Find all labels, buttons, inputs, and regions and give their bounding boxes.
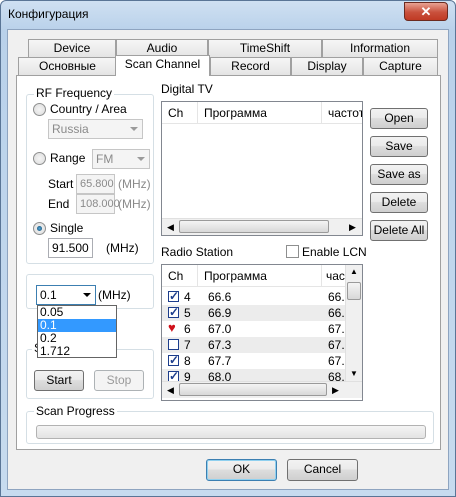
- column-ch[interactable]: Ch: [162, 102, 198, 124]
- scroll-down-icon[interactable]: ▼: [350, 369, 358, 378]
- radio-vscrollbar[interactable]: ▲ ▼: [345, 265, 362, 381]
- station-program: 67.3: [208, 338, 232, 352]
- radio-station-list[interactable]: Ch Программа част 4 66.6 66.6 5 66.9 66.9 ♥ 6 67…: [161, 264, 363, 401]
- start-scan-button[interactable]: Start: [34, 370, 84, 391]
- chevron-down-icon: [137, 157, 145, 161]
- scroll-left-icon[interactable]: ◀: [167, 385, 174, 396]
- station-channel: 4: [184, 290, 191, 304]
- step-combo[interactable]: 0.1: [36, 285, 96, 305]
- radio-station-row[interactable]: 8 67.7 67.7: [162, 352, 345, 369]
- scroll-thumb[interactable]: [179, 383, 327, 396]
- scan-progress-label: Scan Progress: [34, 404, 117, 418]
- range-label: Range: [50, 151, 86, 165]
- column-frequency[interactable]: част: [322, 265, 345, 287]
- radio-station-row[interactable]: ♥ 6 67.0 67.0: [162, 320, 345, 337]
- country-radio[interactable]: [33, 103, 46, 116]
- station-checkbox[interactable]: [168, 368, 179, 381]
- start-unit: (MHz): [118, 177, 151, 191]
- open-button[interactable]: Open: [370, 108, 428, 129]
- station-program: 66.6: [208, 290, 232, 304]
- station-checkbox[interactable]: [168, 289, 179, 304]
- station-channel: 5: [184, 306, 191, 320]
- rf-frequency-label: RF Frequency: [34, 86, 115, 100]
- chevron-down-icon: [83, 293, 91, 297]
- cancel-button[interactable]: Cancel: [287, 459, 358, 481]
- favorite-heart-icon[interactable]: ♥: [168, 320, 176, 336]
- panel-content: RF Frequency Country / Area Russia Range…: [0, 0, 456, 497]
- scroll-up-icon[interactable]: ▲: [350, 267, 358, 276]
- step-value: 0.1: [40, 288, 57, 302]
- radio-station-label: Radio Station: [161, 245, 234, 259]
- station-checkbox[interactable]: [168, 304, 179, 320]
- step-dropdown-list: 0.05 0.1 0.2 1.712: [37, 305, 117, 358]
- radio-rows: 4 66.6 66.6 5 66.9 66.9 ♥ 6 67.0 67.0 7 67.3 67.3 8 67…: [162, 289, 345, 381]
- scroll-thumb[interactable]: [347, 282, 361, 300]
- country-value: Russia: [52, 122, 89, 136]
- save-button[interactable]: Save: [370, 136, 428, 157]
- radio-station-row[interactable]: 4 66.6 66.6: [162, 289, 345, 305]
- single-radio[interactable]: [33, 222, 46, 235]
- column-program[interactable]: Программа: [198, 102, 322, 124]
- stop-scan-button[interactable]: Stop: [94, 370, 144, 391]
- column-frequency[interactable]: частот: [322, 102, 362, 124]
- chevron-down-icon: [130, 127, 138, 131]
- delete-button[interactable]: Delete: [370, 192, 428, 213]
- radio-station-row[interactable]: 9 68.0 68.0: [162, 368, 345, 381]
- step-option[interactable]: 1.712: [38, 345, 116, 358]
- range-band-combo[interactable]: FM: [92, 149, 150, 169]
- station-frequency: 67.0: [328, 322, 345, 336]
- column-ch[interactable]: Ch: [162, 265, 198, 287]
- station-channel: 8: [184, 354, 191, 368]
- station-channel: 9: [184, 370, 191, 381]
- station-frequency: 67.7: [328, 354, 345, 368]
- station-frequency: 67.3: [328, 338, 345, 352]
- station-program: 67.0: [208, 322, 232, 336]
- country-label: Country / Area: [50, 102, 127, 116]
- digital-tv-label: Digital TV: [161, 82, 213, 96]
- start-label: Start: [48, 177, 74, 191]
- enable-lcn-checkbox[interactable]: [286, 245, 299, 258]
- station-channel: 7: [184, 338, 191, 352]
- country-combo[interactable]: Russia: [48, 119, 143, 139]
- scroll-right-icon[interactable]: ▶: [349, 222, 356, 233]
- column-program[interactable]: Программа: [198, 265, 322, 287]
- range-band-value: FM: [96, 152, 114, 166]
- delete-all-button[interactable]: Delete All: [370, 220, 428, 241]
- station-checkbox[interactable]: [168, 352, 179, 368]
- single-label: Single: [50, 221, 84, 235]
- save-as-button[interactable]: Save as: [370, 164, 428, 185]
- digital-tv-hscrollbar[interactable]: ◀ ▶: [162, 218, 362, 235]
- single-frequency-field[interactable]: 91.500: [48, 238, 93, 258]
- radio-header: Ch Программа част: [162, 265, 345, 287]
- scroll-left-icon[interactable]: ◀: [167, 222, 174, 233]
- ok-button[interactable]: OK: [206, 459, 277, 481]
- scan-progress-bar: [36, 425, 426, 439]
- end-label: End: [48, 197, 70, 211]
- digital-tv-header: Ch Программа частот: [162, 102, 362, 124]
- station-frequency: 68.0: [328, 370, 345, 381]
- station-channel: 6: [184, 322, 191, 336]
- range-radio[interactable]: [33, 152, 46, 165]
- end-frequency-field[interactable]: 108.000: [76, 194, 120, 214]
- step-unit: (MHz): [98, 288, 131, 302]
- station-frequency: 66.9: [328, 306, 345, 320]
- start-frequency-field[interactable]: 65.800: [76, 174, 115, 194]
- radio-hscrollbar[interactable]: ◀ ▶: [162, 381, 362, 398]
- radio-station-row[interactable]: 5 66.9 66.9: [162, 304, 345, 321]
- end-unit: (MHz): [118, 197, 151, 211]
- radio-station-row[interactable]: 7 67.3 67.3: [162, 337, 345, 353]
- station-program: 67.7: [208, 354, 232, 368]
- enable-lcn-label: Enable LCN: [302, 245, 367, 259]
- single-unit: (MHz): [106, 241, 139, 255]
- station-program: 66.9: [208, 306, 232, 320]
- station-checkbox[interactable]: [168, 339, 179, 350]
- station-program: 68.0: [208, 370, 232, 381]
- scroll-thumb[interactable]: [179, 220, 329, 233]
- station-frequency: 66.6: [328, 290, 345, 304]
- scroll-right-icon[interactable]: ▶: [332, 385, 339, 396]
- digital-tv-list[interactable]: Ch Программа частот ◀ ▶: [161, 101, 363, 236]
